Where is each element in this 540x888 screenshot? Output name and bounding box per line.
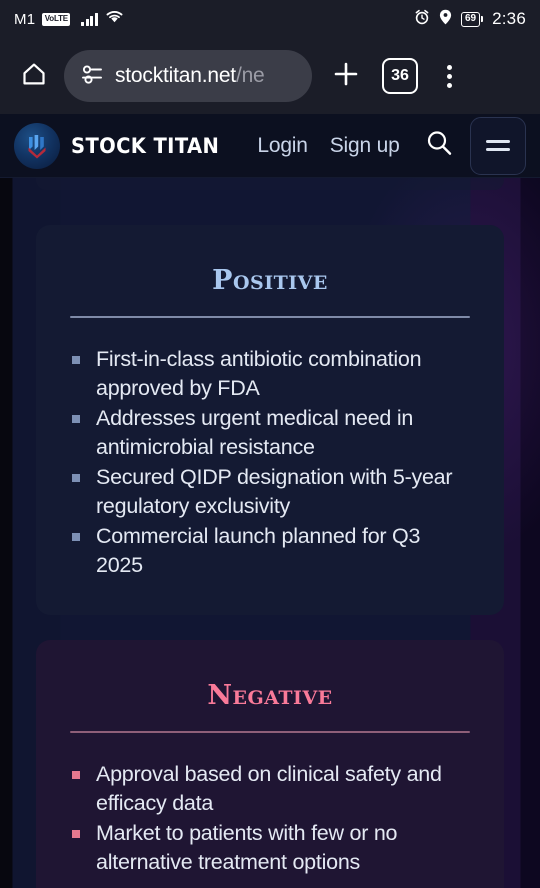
positive-card-divider — [70, 316, 470, 318]
search-button[interactable] — [420, 127, 458, 165]
list-item: Market to patients with few or no altern… — [68, 819, 472, 877]
page-content: Positive First-in-class antibiotic combi… — [0, 178, 540, 888]
list-item: Approval based on clinical safety and ef… — [68, 760, 472, 818]
plus-icon — [331, 59, 361, 94]
three-dot-menu-icon — [446, 64, 452, 70]
signal-bars-icon — [81, 12, 98, 26]
signup-link[interactable]: Sign up — [330, 134, 400, 158]
negative-card: Negative Approval based on clinical safe… — [36, 640, 504, 888]
browser-menu-button[interactable] — [432, 56, 466, 96]
new-tab-button[interactable] — [324, 54, 368, 98]
status-bar: M1 VoLTE 69 2:36 — [0, 0, 540, 38]
battery-percent: 69 — [460, 11, 481, 27]
site-header: STOCK TITAN Login Sign up — [0, 114, 540, 178]
stock-titan-logo-icon — [14, 122, 60, 169]
home-button[interactable] — [14, 56, 54, 96]
list-item: Secured QIDP designation with 5-year reg… — [68, 463, 472, 521]
status-bar-left: M1 VoLTE — [14, 9, 124, 29]
url-path: /ne — [235, 64, 265, 87]
carrier-label: M1 — [14, 10, 36, 28]
tab-count-label: 36 — [391, 67, 409, 84]
wifi-icon — [105, 9, 124, 29]
phone-screen: M1 VoLTE 69 2:36 stocktitan.net/ne 36 ST… — [0, 0, 540, 888]
brand-name: STOCK TITAN — [71, 133, 220, 158]
url-bar[interactable]: stocktitan.net/ne — [64, 50, 312, 102]
article-scroll-area[interactable]: Positive First-in-class antibiotic combi… — [0, 178, 540, 888]
header-nav: Login Sign up — [257, 134, 399, 158]
hamburger-menu-icon — [485, 140, 510, 151]
positive-bullet-list: First-in-class antibiotic combination ap… — [68, 345, 472, 580]
battery-tip — [481, 16, 484, 22]
home-icon — [20, 60, 48, 93]
brand-logo-link[interactable]: STOCK TITAN — [14, 122, 230, 169]
alarm-clock-icon — [414, 9, 430, 30]
location-pin-icon — [439, 9, 452, 30]
previous-section-cutoff — [36, 178, 504, 190]
positive-card-title: Positive — [212, 265, 328, 296]
list-item: First-in-class antibiotic combination ap… — [68, 345, 472, 403]
positive-card: Positive First-in-class antibiotic combi… — [36, 225, 504, 615]
volte-badge: VoLTE — [42, 12, 71, 26]
browser-toolbar: stocktitan.net/ne 36 — [0, 38, 540, 114]
negative-bullet-list: Approval based on clinical safety and ef… — [68, 760, 472, 877]
url-text: stocktitan.net/ne — [115, 64, 265, 88]
tab-switcher-button[interactable]: 36 — [382, 58, 418, 94]
list-item: Commercial launch planned for Q3 2025 — [68, 522, 472, 580]
clock-label: 2:36 — [492, 9, 526, 28]
tune-icon[interactable] — [80, 64, 104, 89]
three-dot-menu-icon-dot — [446, 82, 452, 88]
battery-indicator: 69 — [460, 11, 484, 27]
negative-card-divider — [70, 731, 470, 733]
hamburger-menu-button[interactable] — [469, 116, 526, 175]
search-icon — [424, 128, 454, 163]
list-item: Addresses urgent medical need in antimic… — [68, 404, 472, 462]
negative-card-title: Negative — [207, 680, 333, 711]
three-dot-menu-icon-dot — [446, 73, 452, 79]
url-domain: stocktitan.net — [115, 64, 236, 87]
status-bar-right: 69 2:36 — [414, 9, 526, 30]
login-link[interactable]: Login — [257, 134, 308, 158]
